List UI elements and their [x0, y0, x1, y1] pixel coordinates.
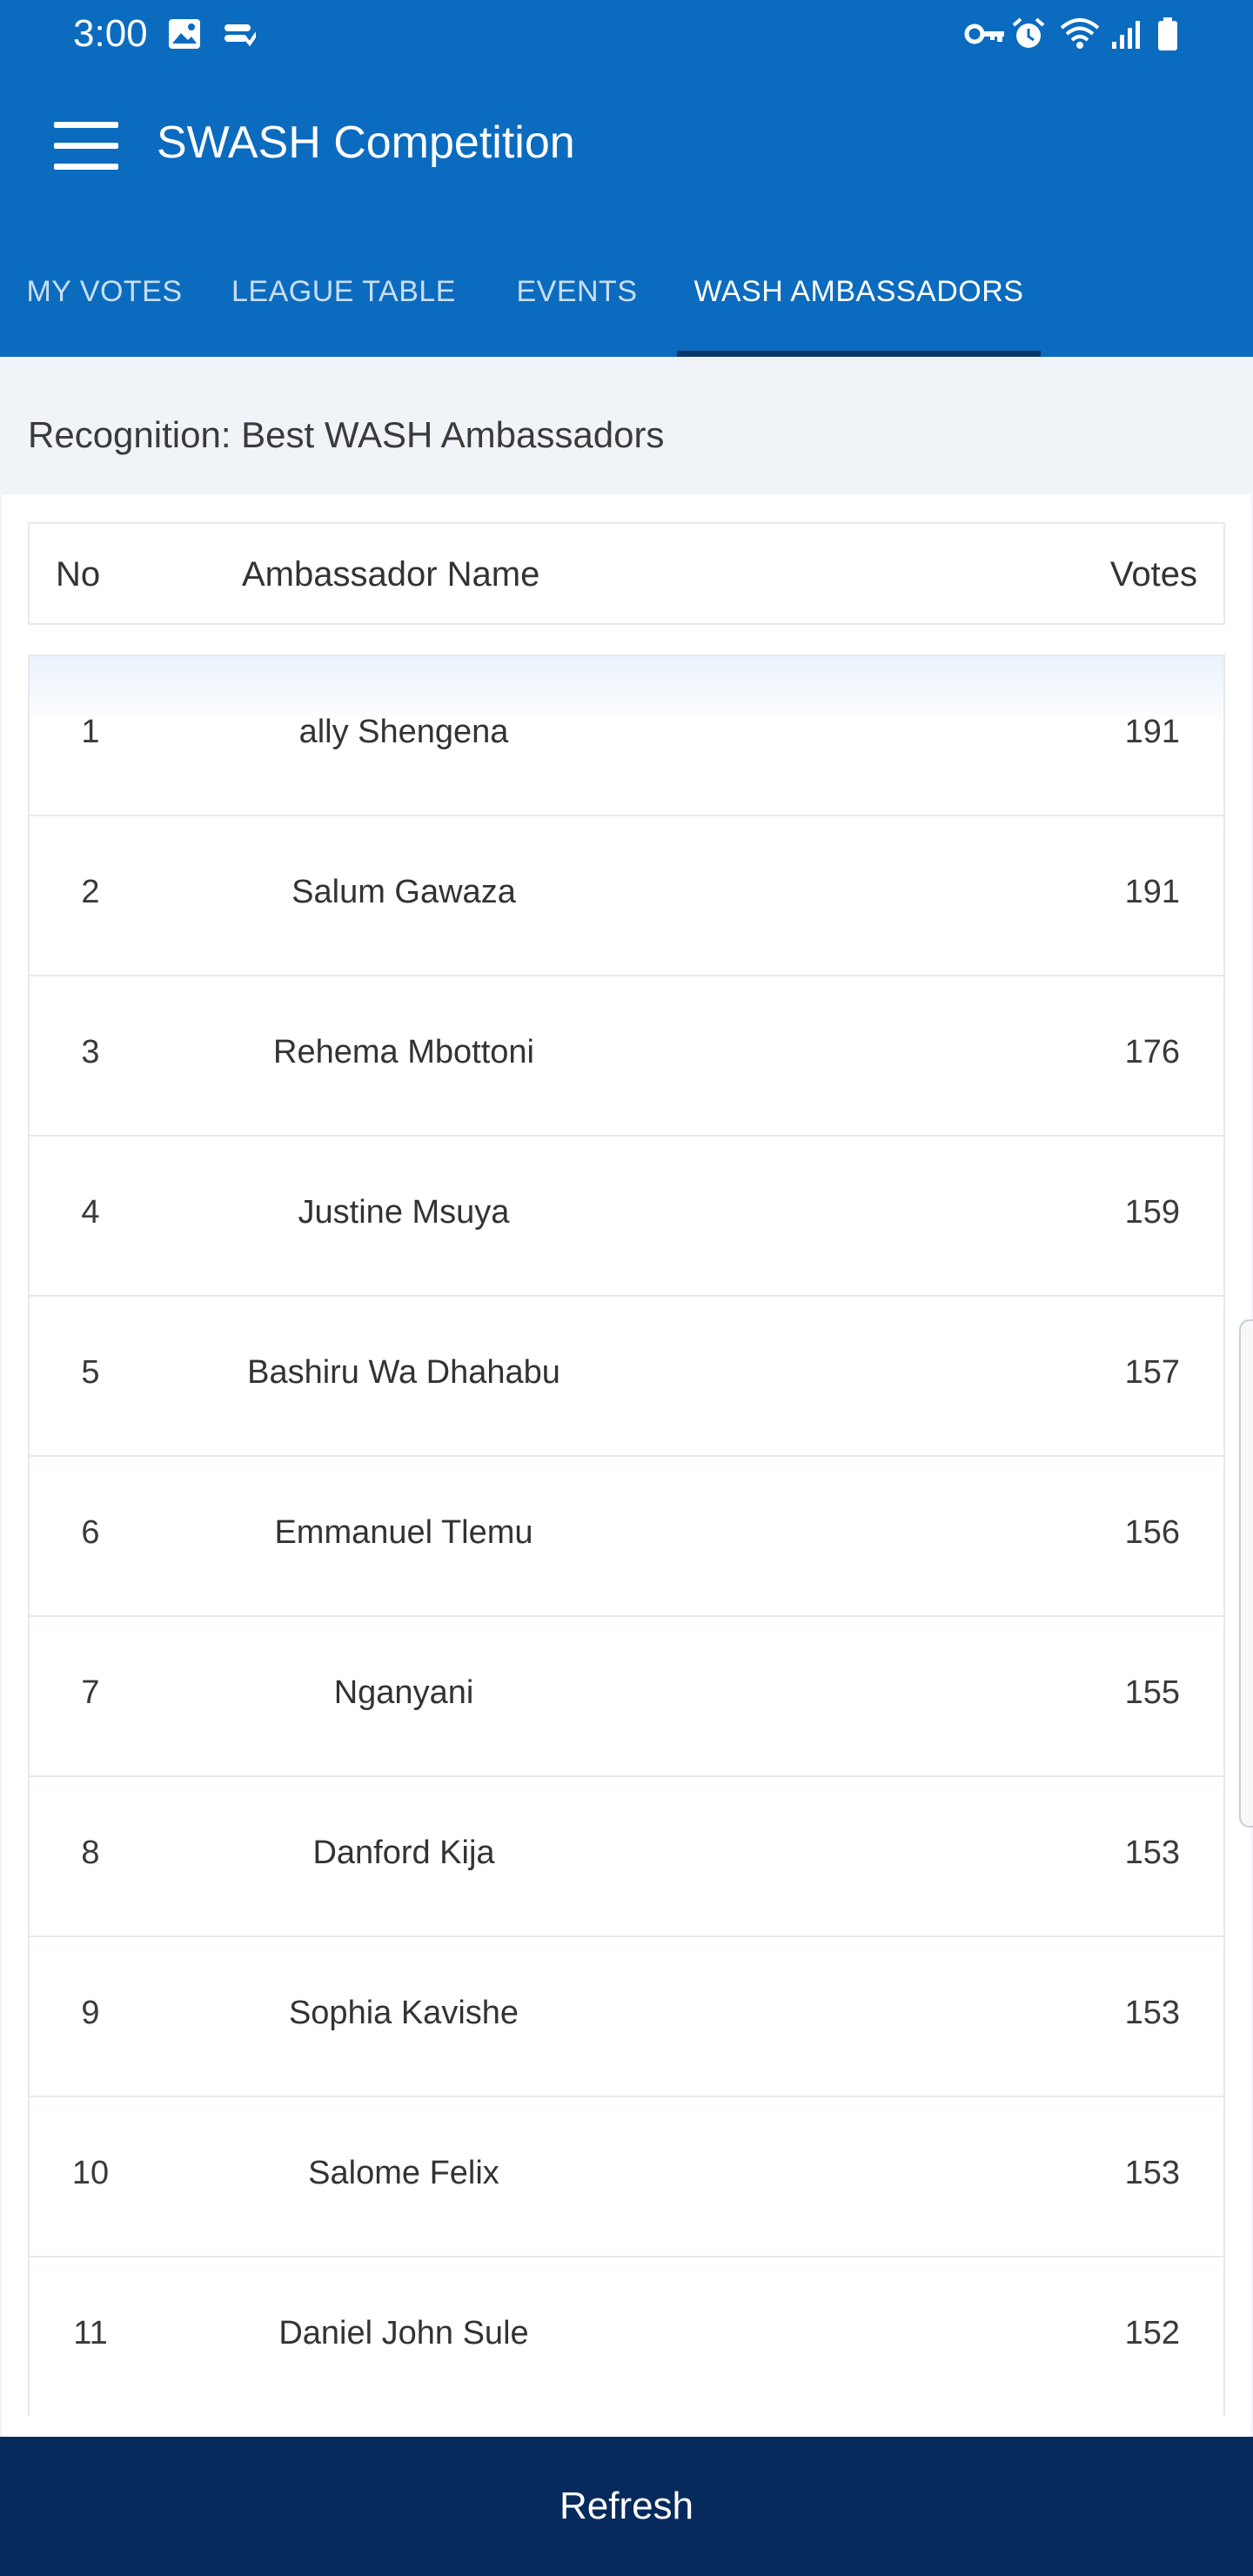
table-row[interactable]: 4 Justine Msuya 159: [28, 1135, 1225, 1295]
top-app-bar: 3:00 SWASH Competition MY VOTES LEAGUE T…: [0, 0, 1253, 357]
header-votes: Votes: [1109, 555, 1197, 594]
row-votes: 191: [1124, 874, 1180, 910]
row-ambassador-name: Sophia Kavishe: [288, 1995, 519, 2031]
table-row[interactable]: 8 Danford Kija 153: [28, 1775, 1225, 1935]
sync-icon: [224, 24, 256, 47]
header-no: No: [56, 555, 101, 594]
row-votes: 176: [1124, 1034, 1180, 1070]
edge-panel-handle[interactable]: [1239, 1319, 1253, 1828]
row-votes: 152: [1124, 2315, 1180, 2351]
row-votes: 153: [1124, 1835, 1180, 1871]
row-ambassador-name: Emmanuel Tlemu: [274, 1514, 533, 1551]
battery-icon: [1158, 17, 1177, 50]
row-ambassador-name: Bashiru Wa Dhahabu: [247, 1354, 560, 1391]
row-number: 8: [81, 1835, 100, 1871]
section-title: Recognition: Best WASH Ambassadors: [28, 414, 665, 455]
row-ambassador-name: Danford Kija: [312, 1835, 495, 1871]
wifi-icon: [1060, 18, 1100, 49]
table-row[interactable]: 11 Daniel John Sule 152: [28, 2256, 1225, 2416]
row-number: 7: [81, 1674, 100, 1711]
row-votes: 191: [1124, 714, 1180, 750]
table-row[interactable]: 10 Salome Felix 153: [28, 2096, 1225, 2256]
tab-bar: MY VOTES LEAGUE TABLE EVENTS WASH AMBASS…: [0, 252, 1253, 357]
status-time: 3:00: [73, 12, 148, 55]
hamburger-menu-icon[interactable]: [54, 122, 118, 171]
row-number: 4: [81, 1194, 100, 1231]
tab-label: WASH AMBASSADORS: [694, 275, 1024, 308]
row-votes: 155: [1124, 1674, 1180, 1711]
key-icon: [964, 23, 1004, 44]
table-row[interactable]: 5 Bashiru Wa Dhahabu 157: [28, 1295, 1225, 1455]
row-ambassador-name: ally Shengena: [298, 714, 509, 750]
header-ambassador-name: Ambassador Name: [242, 555, 540, 594]
row-number: 5: [81, 1354, 100, 1391]
row-number: 11: [73, 2315, 108, 2351]
table-row[interactable]: 6 Emmanuel Tlemu 156: [28, 1455, 1225, 1615]
tab-label: EVENTS: [516, 275, 638, 308]
tab-events[interactable]: EVENTS: [496, 252, 658, 357]
row-number: 9: [81, 1995, 100, 2031]
status-bar: 3:00: [0, 0, 1253, 70]
tab-active-indicator: [677, 351, 1041, 357]
row-votes: 153: [1124, 1995, 1180, 2031]
row-number: 10: [71, 2155, 110, 2191]
table-row[interactable]: 9 Sophia Kavishe 153: [28, 1935, 1225, 2096]
table-row[interactable]: 3 Rehema Mbottoni 176: [28, 975, 1225, 1135]
app-title: SWASH Competition: [157, 117, 575, 168]
row-number: 3: [81, 1034, 100, 1070]
row-votes: 156: [1124, 1514, 1180, 1551]
tab-league-table[interactable]: LEAGUE TABLE: [218, 252, 470, 357]
row-votes: 153: [1124, 2155, 1180, 2191]
signal-icon: [1112, 21, 1140, 49]
tab-my-votes[interactable]: MY VOTES: [0, 252, 209, 357]
ambassador-list: 1 ally Shengena 191 2 Salum Gawaza 191 3…: [28, 654, 1225, 2416]
alarm-icon: [1012, 17, 1045, 48]
table-row[interactable]: 7 Nganyani 155: [28, 1615, 1225, 1775]
row-ambassador-name: Salome Felix: [308, 2155, 499, 2191]
row-ambassador-name: Nganyani: [333, 1674, 474, 1711]
refresh-button[interactable]: Refresh: [0, 2437, 1253, 2576]
tab-label: MY VOTES: [26, 275, 183, 308]
row-ambassador-name: Justine Msuya: [298, 1194, 510, 1231]
table-row[interactable]: 2 Salum Gawaza 191: [28, 815, 1225, 975]
row-votes: 159: [1124, 1194, 1180, 1231]
row-ambassador-name: Salum Gawaza: [291, 874, 516, 910]
image-icon: [169, 19, 200, 49]
table-row[interactable]: 1 ally Shengena 191: [28, 654, 1225, 815]
row-votes: 157: [1124, 1354, 1180, 1391]
app-screen: 3:00 SWASH Competition MY VOTES LEAGUE T…: [0, 0, 1253, 2576]
tab-wash-ambassadors[interactable]: WASH AMBASSADORS: [677, 252, 1041, 357]
row-number: 1: [81, 714, 100, 750]
row-ambassador-name: Rehema Mbottoni: [273, 1034, 534, 1070]
tab-label: LEAGUE TABLE: [231, 275, 456, 308]
row-number: 2: [81, 874, 100, 910]
row-ambassador-name: Daniel John Sule: [278, 2315, 529, 2351]
table-header: No Ambassador Name Votes: [28, 522, 1225, 625]
row-number: 6: [81, 1514, 100, 1551]
